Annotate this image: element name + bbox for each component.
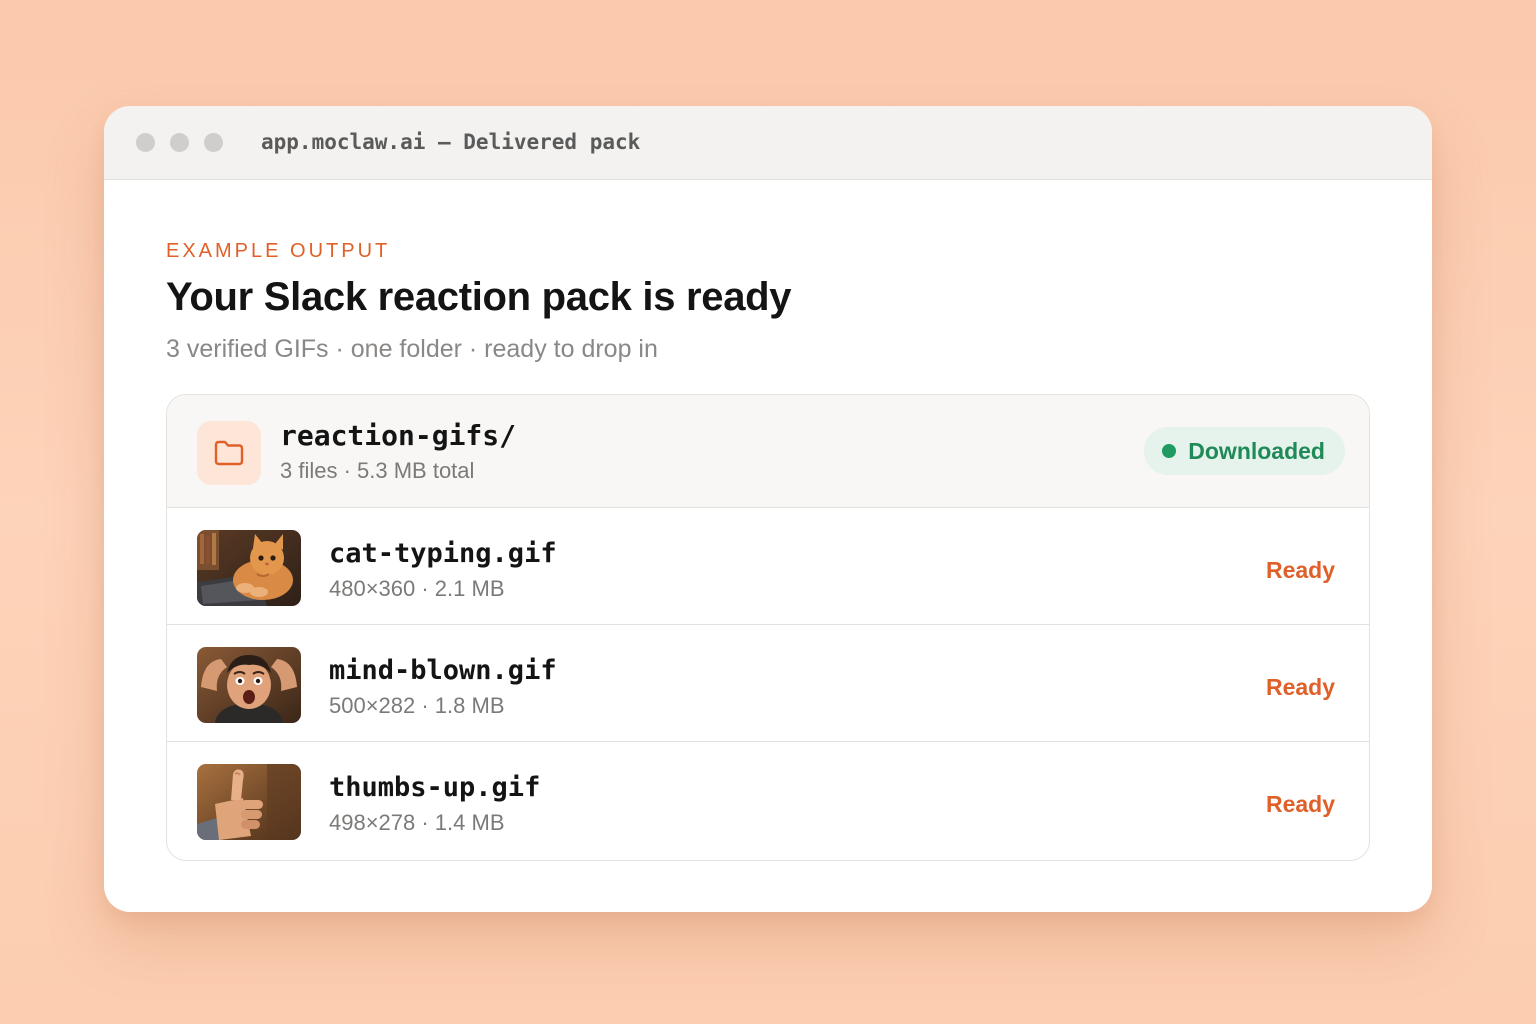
status-badge-label: Downloaded: [1188, 437, 1325, 464]
close-window-button[interactable]: [136, 133, 155, 152]
file-row[interactable]: cat-typing.gif 480×360 · 2.1 MB Ready: [167, 508, 1369, 625]
file-name: thumbs-up.gif: [329, 772, 541, 803]
file-row[interactable]: thumbs-up.gif 498×278 · 1.4 MB Ready: [167, 742, 1369, 858]
file-status: Ready: [1265, 674, 1335, 700]
file-row[interactable]: mind-blown.gif 500×282 · 1.8 MB Ready: [167, 625, 1369, 742]
window-title: app.moclaw.ai — Delivered pack: [261, 130, 641, 154]
folder-icon: [197, 421, 261, 485]
file-name: cat-typing.gif: [329, 538, 557, 569]
window-titlebar: app.moclaw.ai — Delivered pack: [104, 106, 1432, 180]
file-status: Ready: [1265, 557, 1335, 583]
maximize-window-button[interactable]: [204, 133, 223, 152]
folder-meta: 3 files · 5.3 MB total: [280, 458, 475, 483]
file-pack-panel: reaction-gifs/ 3 files · 5.3 MB total Do…: [166, 394, 1370, 861]
file-meta: 480×360 · 2.1 MB: [329, 576, 505, 601]
file-name: mind-blown.gif: [329, 655, 557, 686]
page-subtitle: 3 verified GIFs · one folder · ready to …: [166, 335, 658, 363]
cat-typing-thumbnail: [197, 530, 301, 606]
mind-blown-thumbnail: [197, 647, 301, 723]
folder-name: reaction-gifs/: [280, 419, 517, 452]
browser-window: app.moclaw.ai — Delivered pack EXAMPLE O…: [104, 106, 1432, 912]
status-dot-icon: [1162, 444, 1177, 458]
file-meta: 498×278 · 1.4 MB: [329, 810, 505, 835]
status-badge: Downloaded: [1144, 427, 1345, 475]
file-status: Ready: [1265, 791, 1335, 817]
file-meta: 500×282 · 1.8 MB: [329, 693, 505, 718]
thumbs-up-thumbnail: [197, 764, 301, 840]
minimize-window-button[interactable]: [170, 133, 189, 152]
page-title: Your Slack reaction pack is ready: [166, 275, 792, 319]
eyebrow-label: EXAMPLE OUTPUT: [166, 240, 391, 262]
folder-row[interactable]: reaction-gifs/ 3 files · 5.3 MB total Do…: [167, 395, 1369, 508]
